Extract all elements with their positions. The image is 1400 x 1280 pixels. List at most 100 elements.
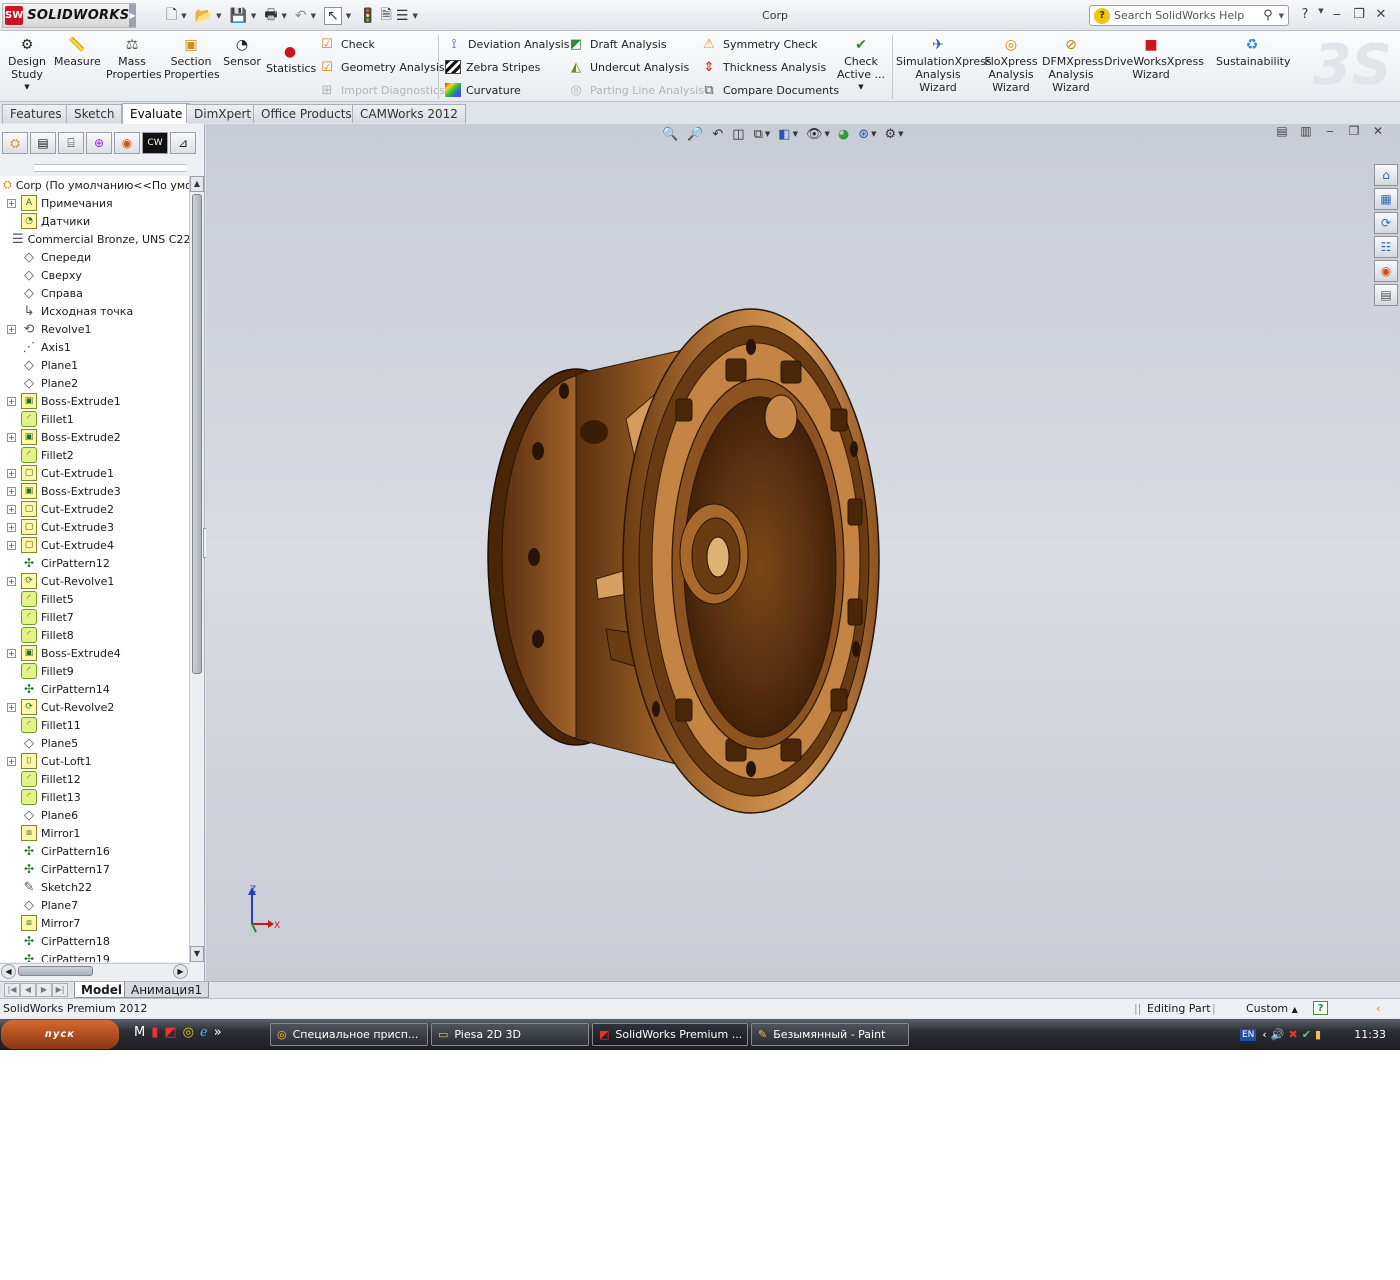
tree-item[interactable]: + ▣ Boss-Extrude1 <box>0 392 190 410</box>
zoom-to-area-icon[interactable]: 🔎 <box>687 127 703 142</box>
prev-tab-icon[interactable]: ◀ <box>20 983 36 997</box>
expand-icon[interactable]: + <box>7 540 16 550</box>
tree-item[interactable]: ✎ Sketch22 <box>0 878 190 896</box>
tree-item[interactable]: ◇ Plane1 <box>0 356 190 374</box>
tab-office-products[interactable]: Office Products <box>253 104 360 123</box>
tree-item[interactable]: ✣ CirPattern14 <box>0 680 190 698</box>
tree-item[interactable]: ◜ Fillet11 <box>0 716 190 734</box>
solidworks-resources-icon[interactable]: ⌂ <box>1374 164 1398 186</box>
next-tab-icon[interactable]: ▶ <box>36 983 52 997</box>
tab-model[interactable]: Model <box>74 982 130 998</box>
tab-evaluate[interactable]: Evaluate <box>122 103 191 124</box>
check-button[interactable]: ☑ Check <box>318 34 375 54</box>
tree-item[interactable]: ◇ Справа <box>0 284 190 302</box>
tree-item[interactable]: ◇ Сверху <box>0 266 190 284</box>
statistics-button[interactable]: ● Statistics <box>266 44 316 75</box>
tree-item[interactable]: ◜ Fillet12 <box>0 770 190 788</box>
restore-icon[interactable]: ❐ <box>1348 7 1370 22</box>
units-dropdown-icon[interactable]: ▲ <box>1292 1005 1298 1014</box>
appearances-scenes-icon[interactable]: ◉ <box>1374 260 1398 282</box>
floxpress-button[interactable]: ◎ FloXpress Analysis Wizard <box>984 37 1038 94</box>
tree-root-part[interactable]: ⛭ Corp (По умолчанию<<По умолч <box>0 176 190 194</box>
tree-item[interactable]: + ⟳ Cut-Revolve1 <box>0 572 190 590</box>
tree-item[interactable]: + ▣ Boss-Extrude3 <box>0 482 190 500</box>
tree-item[interactable]: + ▢ Cut-Extrude2 <box>0 500 190 518</box>
tab-dimxpert[interactable]: DimXpert <box>186 104 260 123</box>
propertymanager-tab-icon[interactable]: ▤ <box>30 132 56 154</box>
check-active-button[interactable]: ✔ Check Active ... ▼ <box>834 37 888 94</box>
apply-scene-dropdown-icon[interactable]: ▼ <box>871 130 876 138</box>
camworks-tab-icon[interactable]: CW <box>142 132 168 154</box>
tree-item[interactable]: ☰ Commercial Bronze, UNS C2200 <box>0 230 190 248</box>
expand-icon[interactable]: + <box>7 396 16 406</box>
expand-icon[interactable]: + <box>7 486 16 496</box>
viewport-split2-icon[interactable]: ▥ <box>1294 124 1318 138</box>
quicklaunch-solidworks-icon[interactable]: ◩ <box>164 1025 176 1040</box>
expand-icon[interactable]: + <box>7 576 16 586</box>
viewport-restore-icon[interactable]: ❐ <box>1342 124 1366 138</box>
tree-item[interactable]: ⧈ Mirror7 <box>0 914 190 932</box>
section-properties-button[interactable]: ▣ Section Properties <box>164 37 220 81</box>
compare-documents-button[interactable]: ⧉ Compare Documents <box>700 80 839 100</box>
view-settings-dropdown-icon[interactable]: ▼ <box>898 130 903 138</box>
expand-icon[interactable]: + <box>7 324 16 334</box>
previous-view-icon[interactable]: ↶ <box>712 127 723 142</box>
tray-expand-icon[interactable]: ‹ <box>1262 1028 1266 1041</box>
view-palette-icon[interactable]: ☷ <box>1374 236 1398 258</box>
tree-item[interactable]: ◜ Fillet7 <box>0 608 190 626</box>
expand-icon[interactable]: + <box>7 756 16 766</box>
draft-analysis-button[interactable]: ◩ Draft Analysis <box>567 34 667 54</box>
tree-item[interactable]: + ⌷ Cut-Loft1 <box>0 752 190 770</box>
tree-item[interactable]: + A Примечания <box>0 194 190 212</box>
taskbar-item-solidworks[interactable]: ◩ SolidWorks Premium ... <box>592 1023 748 1046</box>
deviation-analysis-button[interactable]: ⟟ Deviation Analysis <box>445 34 570 54</box>
custom-properties-icon[interactable]: ▤ <box>1374 284 1398 306</box>
close-icon[interactable]: ✕ <box>1370 7 1392 22</box>
view-orientation-dropdown-icon[interactable]: ▼ <box>765 130 770 138</box>
tree-item[interactable]: ⋰ Axis1 <box>0 338 190 356</box>
status-units[interactable]: Custom ▲ <box>1246 1002 1298 1015</box>
design-library-icon[interactable]: ▦ <box>1374 188 1398 210</box>
tree-horizontal-scrollbar[interactable]: ◀ ▶ <box>0 963 190 979</box>
graphics-area[interactable]: 🔍 🔎 ↶ ◫ ⧉ ▼ ◧ ▼ 👁 ▼ ◕ ⊛ ▼ ⚙ ▼ ▤ ▥ ‒ ❐ ✕ ⌂ ▦ ⟳… <box>206 124 1400 981</box>
tree-item[interactable]: + ⟳ Cut-Revolve2 <box>0 698 190 716</box>
measure-button[interactable]: 📏 Measure <box>54 37 101 68</box>
sustainability-button[interactable]: ♻ Sustainability <box>1216 37 1290 68</box>
help-icon[interactable]: ? <box>1294 7 1316 22</box>
scroll-up-icon[interactable]: ▲ <box>190 176 204 192</box>
tree-item[interactable]: ↳ Исходная точка <box>0 302 190 320</box>
viewport-split-icon[interactable]: ▤ <box>1270 124 1294 138</box>
quicklaunch-m-icon[interactable]: M <box>134 1025 145 1040</box>
expand-icon[interactable]: + <box>7 432 16 442</box>
tree-item[interactable]: + ▢ Cut-Extrude4 <box>0 536 190 554</box>
import-diagnostics-button[interactable]: ⊞ Import Diagnostics <box>318 80 445 100</box>
undercut-analysis-button[interactable]: ◭ Undercut Analysis <box>567 57 689 77</box>
display-style-icon[interactable]: ◧ <box>778 127 790 142</box>
scroll-thumb[interactable] <box>192 194 202 674</box>
tree-item[interactable]: ✣ CirPattern18 <box>0 932 190 950</box>
battery-icon[interactable]: ▮ <box>1315 1028 1321 1041</box>
network-icon[interactable]: ✖ <box>1289 1028 1298 1041</box>
quicklaunch-chrome-icon[interactable]: ◎ <box>183 1025 194 1040</box>
tab-camworks[interactable]: CAMWorks 2012 <box>352 104 466 123</box>
file-explorer-icon[interactable]: ⟳ <box>1374 212 1398 234</box>
hscroll-thumb[interactable] <box>18 966 93 976</box>
featuremanager-tab-icon[interactable]: ⛭ <box>2 132 28 154</box>
viewport-minimize-icon[interactable]: ‒ <box>1318 124 1342 138</box>
last-tab-icon[interactable]: ▶| <box>52 983 68 997</box>
dfmxpress-button[interactable]: ⊘ DFMXpress Analysis Wizard <box>1042 37 1103 94</box>
tree-item[interactable]: ◜ Fillet5 <box>0 590 190 608</box>
first-tab-icon[interactable]: |◀ <box>4 983 20 997</box>
view-settings-icon[interactable]: ⚙ <box>885 127 897 142</box>
edit-appearance-icon[interactable]: ◕ <box>838 127 849 142</box>
tree-item[interactable]: ◜ Fillet13 <box>0 788 190 806</box>
volume-icon[interactable]: 🔊 <box>1271 1028 1285 1041</box>
tree-item[interactable]: + ▣ Boss-Extrude4 <box>0 644 190 662</box>
scroll-right-icon[interactable]: ▶ <box>173 964 188 979</box>
tree-item[interactable]: ✣ CirPattern12 <box>0 554 190 572</box>
display-style-dropdown-icon[interactable]: ▼ <box>793 130 798 138</box>
thickness-analysis-button[interactable]: ⇕ Thickness Analysis <box>700 57 827 77</box>
quicklaunch-more-icon[interactable]: » <box>214 1025 222 1040</box>
expand-icon[interactable]: + <box>7 504 16 514</box>
tab-animation[interactable]: Анимация1 <box>124 982 210 998</box>
